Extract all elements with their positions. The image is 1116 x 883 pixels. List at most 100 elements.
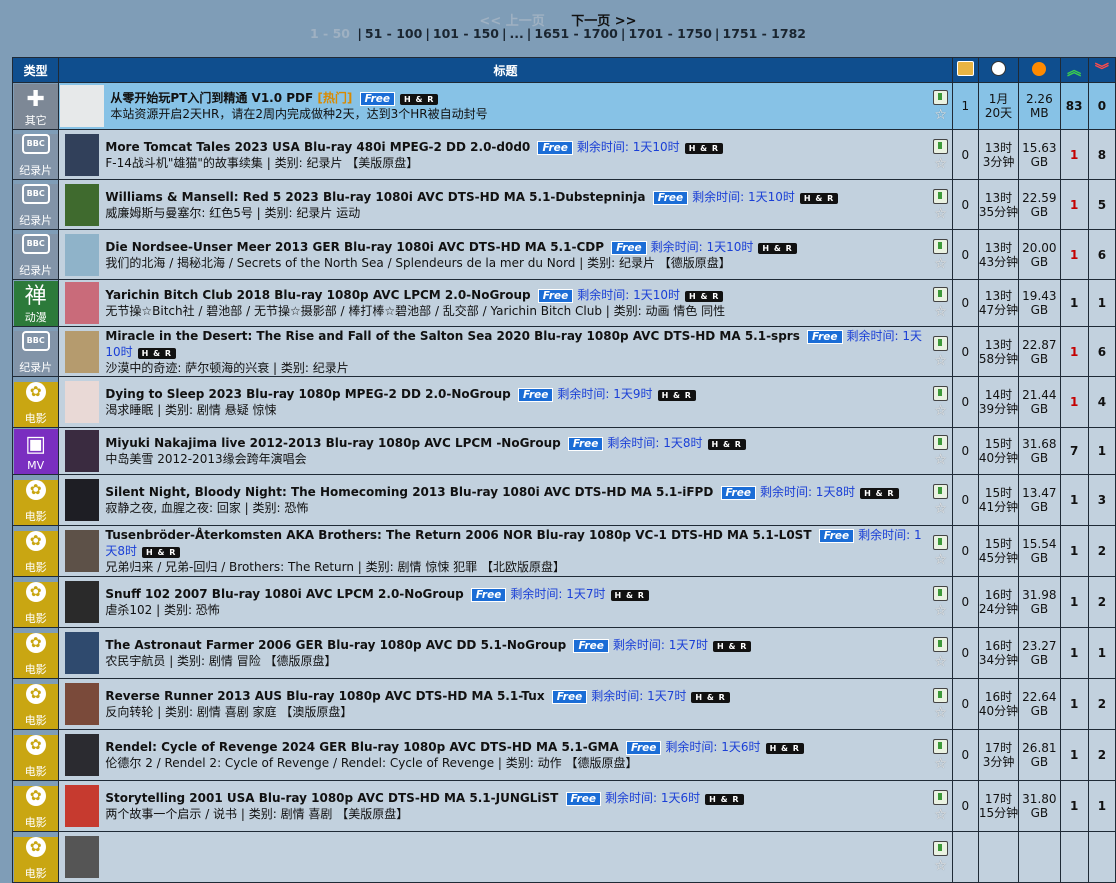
poster-thumbnail[interactable] bbox=[65, 330, 100, 373]
leechers-count[interactable]: 1 bbox=[1087, 427, 1116, 475]
category-cell[interactable]: ▣ MV bbox=[11, 427, 60, 475]
comments-count[interactable]: 0 bbox=[951, 780, 979, 832]
torrent-name-link[interactable]: Die Nordsee-Unser Meer 2013 GER Blu-ray … bbox=[105, 240, 604, 254]
comments-count[interactable]: 0 bbox=[951, 376, 979, 428]
bookmark-star-icon[interactable]: ☆ bbox=[934, 552, 947, 568]
seeders-count[interactable]: 1 bbox=[1059, 576, 1089, 628]
comments-count[interactable]: 0 bbox=[951, 627, 979, 679]
bookmark-star-icon[interactable]: ☆ bbox=[934, 156, 947, 172]
category-badge[interactable]: BBC 纪录片 bbox=[13, 184, 58, 229]
seeders-count[interactable]: 1 bbox=[1059, 376, 1089, 428]
seeders-count[interactable]: 1 bbox=[1059, 627, 1089, 679]
poster-thumbnail[interactable] bbox=[65, 785, 100, 827]
bookmark-star-icon[interactable]: ☆ bbox=[934, 256, 947, 272]
bookmark-star-icon[interactable]: ☆ bbox=[934, 807, 947, 823]
category-badge[interactable]: ✿ 电影 bbox=[13, 480, 58, 525]
download-icon[interactable] bbox=[933, 287, 949, 302]
category-cell[interactable]: BBC 纪录片 bbox=[11, 326, 60, 377]
download-icon[interactable] bbox=[933, 790, 949, 805]
category-badge[interactable]: ✿ 电影 bbox=[13, 735, 58, 780]
comments-count[interactable]: 1 bbox=[951, 82, 979, 130]
category-badge[interactable]: BBC 纪录片 bbox=[13, 134, 58, 179]
comments-count[interactable]: 0 bbox=[951, 427, 979, 475]
poster-thumbnail[interactable] bbox=[65, 133, 100, 176]
bookmark-star-icon[interactable]: ☆ bbox=[934, 206, 947, 222]
category-badge[interactable]: ✿ 电影 bbox=[13, 837, 58, 882]
poster-thumbnail[interactable] bbox=[65, 530, 100, 572]
leechers-count[interactable]: 4 bbox=[1087, 376, 1116, 428]
category-badge[interactable]: ✿ 电影 bbox=[13, 382, 58, 427]
torrent-name-link[interactable]: The Astronaut Farmer 2006 GER Blu-ray 10… bbox=[105, 638, 566, 652]
category-cell[interactable]: BBC 纪录片 bbox=[11, 179, 60, 230]
leechers-count[interactable]: 2 bbox=[1087, 576, 1116, 628]
download-icon[interactable] bbox=[933, 335, 949, 351]
poster-thumbnail[interactable] bbox=[65, 734, 100, 776]
comments-count[interactable]: 0 bbox=[951, 525, 979, 577]
poster-thumbnail[interactable] bbox=[60, 85, 105, 127]
download-icon[interactable] bbox=[933, 138, 949, 154]
category-cell[interactable]: ✿ 电影 bbox=[11, 780, 60, 832]
page-range-link[interactable]: 1651 - 1700 bbox=[534, 26, 617, 41]
category-badge[interactable]: 禅动漫 bbox=[13, 280, 58, 326]
torrent-name-link[interactable]: More Tomcat Tales 2023 USA Blu-ray 480i … bbox=[105, 140, 530, 154]
col-time[interactable] bbox=[977, 57, 1020, 83]
category-badge[interactable]: ▣ MV bbox=[13, 428, 58, 474]
comments-count[interactable] bbox=[951, 831, 979, 883]
leechers-count[interactable]: 1 bbox=[1087, 279, 1116, 327]
category-cell[interactable]: ✿ 电影 bbox=[11, 678, 60, 730]
download-icon[interactable] bbox=[933, 841, 949, 856]
bookmark-star-icon[interactable]: ☆ bbox=[934, 603, 947, 619]
torrent-name-link[interactable]: Silent Night, Bloody Night: The Homecomi… bbox=[105, 485, 713, 499]
poster-thumbnail[interactable] bbox=[65, 282, 100, 324]
seeders-count[interactable]: 1 bbox=[1059, 279, 1089, 327]
category-badge[interactable]: ✚ 其它 bbox=[13, 83, 58, 129]
torrent-name-link[interactable]: Yarichin Bitch Club 2018 Blu-ray 1080p A… bbox=[105, 288, 530, 302]
seeders-count[interactable]: 1 bbox=[1059, 729, 1089, 781]
col-size[interactable] bbox=[1018, 57, 1061, 83]
col-type[interactable]: 类型 bbox=[11, 57, 60, 83]
leechers-count[interactable]: 1 bbox=[1087, 627, 1116, 679]
leechers-count[interactable]: 1 bbox=[1087, 780, 1116, 832]
leechers-count[interactable]: 3 bbox=[1087, 474, 1116, 526]
download-icon[interactable] bbox=[933, 435, 949, 450]
page-range-link[interactable]: 1751 - 1782 bbox=[723, 26, 806, 41]
page-range-link[interactable]: 51 - 100 bbox=[365, 26, 422, 41]
leechers-count[interactable]: 5 bbox=[1087, 179, 1116, 230]
poster-thumbnail[interactable] bbox=[65, 183, 100, 226]
torrent-name-link[interactable]: Tusenbröder-Återkomsten AKA Brothers: Th… bbox=[105, 528, 811, 542]
category-badge[interactable]: ✿ 电影 bbox=[13, 786, 58, 831]
torrent-name-link[interactable]: Miracle in the Desert: The Rise and Fall… bbox=[105, 329, 799, 343]
category-cell[interactable]: ✿ 电影 bbox=[11, 474, 60, 526]
category-cell[interactable]: 禅动漫 bbox=[11, 279, 60, 327]
category-cell[interactable]: ✿ 电影 bbox=[11, 525, 60, 577]
category-badge[interactable]: BBC 纪录片 bbox=[13, 234, 58, 279]
category-cell[interactable]: ✚ 其它 bbox=[11, 82, 60, 130]
torrent-name-link[interactable]: Storytelling 2001 USA Blu-ray 1080p AVC … bbox=[105, 791, 558, 805]
comments-count[interactable]: 0 bbox=[951, 326, 979, 377]
category-badge[interactable]: ✿ 电影 bbox=[13, 582, 58, 627]
poster-thumbnail[interactable] bbox=[65, 479, 100, 521]
bookmark-star-icon[interactable]: ☆ bbox=[934, 452, 947, 468]
seeders-count[interactable]: 1 bbox=[1059, 129, 1089, 180]
poster-thumbnail[interactable] bbox=[65, 683, 100, 725]
seeders-count[interactable] bbox=[1059, 831, 1089, 883]
torrent-name-link[interactable]: Williams & Mansell: Red 5 2023 Blu-ray 1… bbox=[105, 190, 645, 204]
col-leechers[interactable]: ︾ bbox=[1087, 57, 1116, 83]
leechers-count[interactable]: 2 bbox=[1087, 729, 1116, 781]
comments-count[interactable]: 0 bbox=[951, 229, 979, 280]
col-title[interactable]: 标题 bbox=[58, 57, 953, 83]
leechers-count[interactable] bbox=[1087, 831, 1116, 883]
category-cell[interactable]: ✿ 电影 bbox=[11, 831, 60, 883]
page-range-link[interactable]: 101 - 150 bbox=[433, 26, 499, 41]
category-badge[interactable]: ✿ 电影 bbox=[13, 633, 58, 678]
torrent-name-link[interactable]: Miyuki Nakajima live 2012-2013 Blu-ray 1… bbox=[105, 436, 560, 450]
comments-count[interactable]: 0 bbox=[951, 129, 979, 180]
torrent-name-link[interactable]: Rendel: Cycle of Revenge 2024 GER Blu-ra… bbox=[105, 740, 618, 754]
download-icon[interactable] bbox=[933, 688, 949, 703]
seeders-count[interactable]: 1 bbox=[1059, 179, 1089, 230]
seeders-count[interactable]: 1 bbox=[1059, 326, 1089, 377]
bookmark-star-icon[interactable]: ☆ bbox=[934, 705, 947, 721]
bookmark-star-icon[interactable]: ☆ bbox=[934, 353, 947, 369]
col-seeders[interactable]: ︽ bbox=[1059, 57, 1089, 83]
download-icon[interactable] bbox=[933, 386, 949, 401]
